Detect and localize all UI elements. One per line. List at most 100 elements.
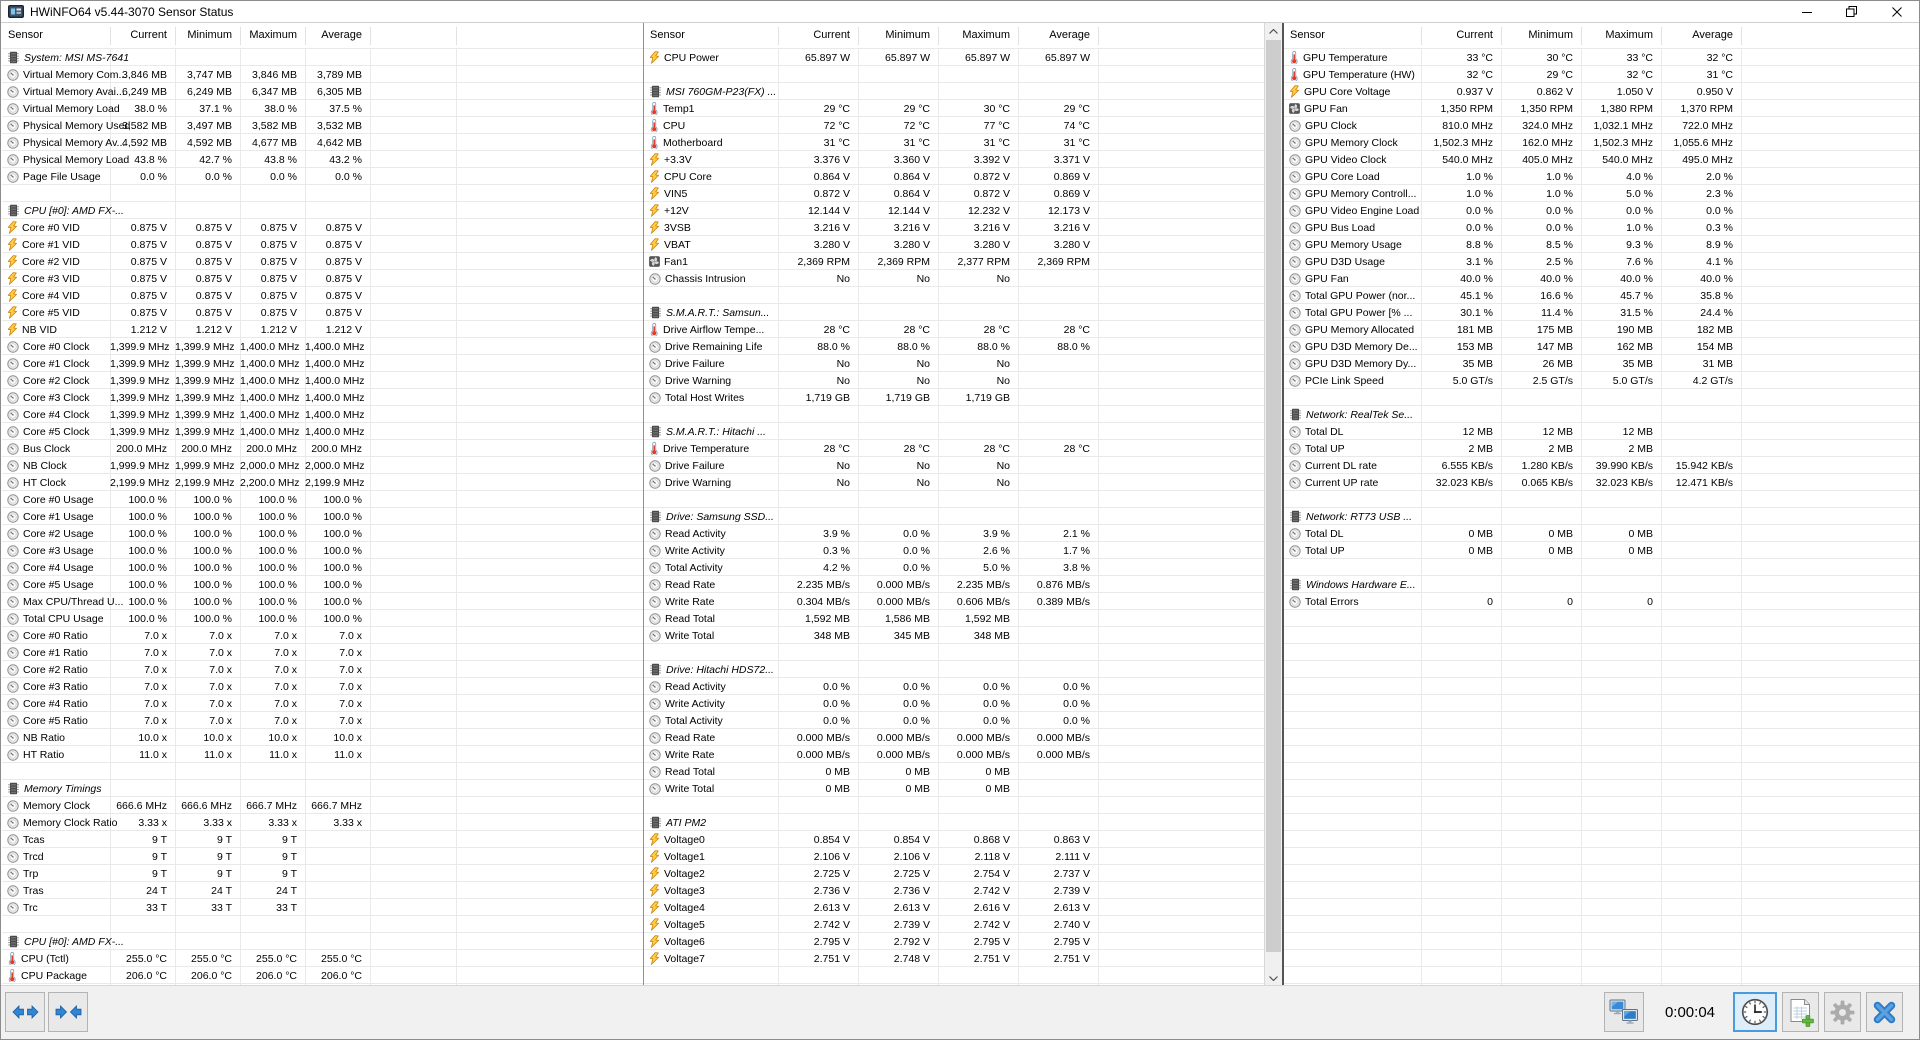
sensor-row[interactable]: GPU D3D Usage3.1 %2.5 %7.6 %4.1 % xyxy=(1284,253,1919,270)
sensor-row[interactable]: GPU Memory Controll...1.0 %1.0 %5.0 %2.3… xyxy=(1284,185,1919,202)
column-header-maximum[interactable]: Maximum xyxy=(240,23,305,48)
sensor-row[interactable]: Core #1 Ratio7.0 x7.0 x7.0 x7.0 x xyxy=(2,644,643,661)
sensor-row[interactable]: PCIe Link Speed5.0 GT/s2.5 GT/s5.0 GT/s4… xyxy=(1284,372,1919,389)
sensor-row[interactable]: Voltage72.751 V2.748 V2.751 V2.751 V xyxy=(644,950,1264,967)
sensor-row[interactable]: GPU Clock810.0 MHz324.0 MHz1,032.1 MHz72… xyxy=(1284,117,1919,134)
sensor-row[interactable]: Drive Airflow Tempe...28 °C28 °C28 °C28 … xyxy=(644,321,1264,338)
sensor-row[interactable]: Temp129 °C29 °C30 °C29 °C xyxy=(644,100,1264,117)
sensor-row[interactable]: Physical Memory Av...4,592 MB4,592 MB4,6… xyxy=(2,134,643,151)
sensor-row[interactable]: Drive FailureNoNoNo xyxy=(644,355,1264,372)
sensor-row[interactable]: Core #5 Ratio7.0 x7.0 x7.0 x7.0 x xyxy=(2,712,643,729)
sensor-row[interactable]: Drive FailureNoNoNo xyxy=(644,457,1264,474)
section-row[interactable]: S.M.A.R.T.: Hitachi ... xyxy=(644,423,1264,440)
section-row[interactable]: CPU [#0]: AMD FX-... xyxy=(2,933,643,950)
sensor-row[interactable]: Total DL12 MB12 MB12 MB xyxy=(1284,423,1919,440)
sensor-row[interactable]: HT Clock2,199.9 MHz2,199.9 MHz2,200.0 MH… xyxy=(2,474,643,491)
sensor-row[interactable]: CPU Core0.864 V0.864 V0.872 V0.869 V xyxy=(644,168,1264,185)
section-row[interactable]: ATI PM2 xyxy=(644,814,1264,831)
sensor-row[interactable]: Read Rate0.000 MB/s0.000 MB/s0.000 MB/s0… xyxy=(644,729,1264,746)
sensor-row[interactable]: Core #3 Clock1,399.9 MHz1,399.9 MHz1,400… xyxy=(2,389,643,406)
sensor-row[interactable]: Total CPU Usage100.0 %100.0 %100.0 %100.… xyxy=(2,610,643,627)
sensor-row[interactable]: Write Total0 MB0 MB0 MB xyxy=(644,780,1264,797)
sensor-row[interactable]: Core #5 Clock1,399.9 MHz1,399.9 MHz1,400… xyxy=(2,423,643,440)
sensor-row[interactable]: GPU D3D Memory De...153 MB147 MB162 MB15… xyxy=(1284,338,1919,355)
sensor-row[interactable]: GPU Core Voltage0.937 V0.862 V1.050 V0.9… xyxy=(1284,83,1919,100)
sensor-row[interactable]: Voltage42.613 V2.613 V2.616 V2.613 V xyxy=(644,899,1264,916)
column-header-minimum[interactable]: Minimum xyxy=(1501,23,1581,48)
sensor-row[interactable]: Voltage22.725 V2.725 V2.754 V2.737 V xyxy=(644,865,1264,882)
column-header-maximum[interactable]: Maximum xyxy=(938,23,1018,48)
sensor-row[interactable]: Total DL0 MB0 MB0 MB xyxy=(1284,525,1919,542)
column-header-average[interactable]: Average xyxy=(1018,23,1098,48)
report-button[interactable] xyxy=(1782,992,1819,1032)
sensor-row[interactable]: Core #3 Usage100.0 %100.0 %100.0 %100.0 … xyxy=(2,542,643,559)
sensor-row[interactable]: Memory Clock Ratio3.33 x3.33 x3.33 x3.33… xyxy=(2,814,643,831)
sensor-row[interactable]: +12V12.144 V12.144 V12.232 V12.173 V xyxy=(644,202,1264,219)
sensor-row[interactable]: GPU Bus Load0.0 %0.0 %1.0 %0.3 % xyxy=(1284,219,1919,236)
section-row[interactable]: Drive: Samsung SSD... xyxy=(644,508,1264,525)
sensor-row[interactable]: Drive Temperature28 °C28 °C28 °C28 °C xyxy=(644,440,1264,457)
sensor-row[interactable]: VIN50.872 V0.864 V0.872 V0.869 V xyxy=(644,185,1264,202)
sensor-row[interactable]: Trp9 T9 T9 T xyxy=(2,865,643,882)
sensor-row[interactable]: Core #0 Ratio7.0 x7.0 x7.0 x7.0 x xyxy=(2,627,643,644)
sensor-row[interactable]: Tcas9 T9 T9 T xyxy=(2,831,643,848)
sensor-row[interactable]: Core #2 Clock1,399.9 MHz1,399.9 MHz1,400… xyxy=(2,372,643,389)
sensor-row[interactable]: Core #4 Ratio7.0 x7.0 x7.0 x7.0 x xyxy=(2,695,643,712)
sensor-row[interactable]: Voltage52.742 V2.739 V2.742 V2.740 V xyxy=(644,916,1264,933)
sensor-row[interactable]: Core #1 Clock1,399.9 MHz1,399.9 MHz1,400… xyxy=(2,355,643,372)
sensor-row[interactable]: Physical Memory Used3,582 MB3,497 MB3,58… xyxy=(2,117,643,134)
section-row[interactable]: CPU [#0]: AMD FX-... xyxy=(2,202,643,219)
sensor-row[interactable]: Trc33 T33 T33 T xyxy=(2,899,643,916)
minimize-button[interactable] xyxy=(1784,1,1829,22)
close-window-button[interactable] xyxy=(1874,1,1919,22)
sensor-row[interactable]: Core #5 Usage100.0 %100.0 %100.0 %100.0 … xyxy=(2,576,643,593)
column-header-minimum[interactable]: Minimum xyxy=(858,23,938,48)
sensor-row[interactable]: Read Rate2.235 MB/s0.000 MB/s2.235 MB/s0… xyxy=(644,576,1264,593)
sensor-row[interactable]: GPU Video Clock540.0 MHz405.0 MHz540.0 M… xyxy=(1284,151,1919,168)
sensor-row[interactable]: Voltage12.106 V2.106 V2.118 V2.111 V xyxy=(644,848,1264,865)
sensor-row[interactable]: Core #2 Usage100.0 %100.0 %100.0 %100.0 … xyxy=(2,525,643,542)
sensor-row[interactable]: Read Activity3.9 %0.0 %3.9 %2.1 % xyxy=(644,525,1264,542)
sensor-row[interactable]: Core #1 Usage100.0 %100.0 %100.0 %100.0 … xyxy=(2,508,643,525)
sensor-row[interactable]: GPU D3D Memory Dy...35 MB26 MB35 MB31 MB xyxy=(1284,355,1919,372)
column-header-sensor[interactable]: Sensor xyxy=(650,23,685,48)
sensor-row[interactable]: Write Activity0.0 %0.0 %0.0 %0.0 % xyxy=(644,695,1264,712)
sensor-row[interactable]: Total Activity0.0 %0.0 %0.0 %0.0 % xyxy=(644,712,1264,729)
sensor-row[interactable]: Core #4 VID0.875 V0.875 V0.875 V0.875 V xyxy=(2,287,643,304)
sensor-row[interactable]: Total Activity4.2 %0.0 %5.0 %3.8 % xyxy=(644,559,1264,576)
column-header-average[interactable]: Average xyxy=(1661,23,1741,48)
sensor-row[interactable]: GPU Video Engine Load0.0 %0.0 %0.0 %0.0 … xyxy=(1284,202,1919,219)
sensor-row[interactable]: Physical Memory Load43.8 %42.7 %43.8 %43… xyxy=(2,151,643,168)
sensor-row[interactable]: Voltage00.854 V0.854 V0.868 V0.863 V xyxy=(644,831,1264,848)
section-row[interactable]: Drive: Hitachi HDS72... xyxy=(644,661,1264,678)
sensor-row[interactable]: Core #3 VID0.875 V0.875 V0.875 V0.875 V xyxy=(2,270,643,287)
sensor-row[interactable]: Memory Clock666.6 MHz666.6 MHz666.7 MHz6… xyxy=(2,797,643,814)
sensor-row[interactable]: Read Total0 MB0 MB0 MB xyxy=(644,763,1264,780)
section-row[interactable]: S.M.A.R.T.: Samsun... xyxy=(644,304,1264,321)
sensor-row[interactable]: GPU Memory Clock1,502.3 MHz162.0 MHz1,50… xyxy=(1284,134,1919,151)
sensor-row[interactable]: Trcd9 T9 T9 T xyxy=(2,848,643,865)
sensor-row[interactable]: Drive WarningNoNoNo xyxy=(644,372,1264,389)
sensor-row[interactable]: Core #0 VID0.875 V0.875 V0.875 V0.875 V xyxy=(2,219,643,236)
sensor-row[interactable]: HT Ratio11.0 x11.0 x11.0 x11.0 x xyxy=(2,746,643,763)
sensor-row[interactable]: Core #5 VID0.875 V0.875 V0.875 V0.875 V xyxy=(2,304,643,321)
sensor-row[interactable]: Current DL rate6.555 KB/s1.280 KB/s39.99… xyxy=(1284,457,1919,474)
sensor-row[interactable]: GPU Fan1,350 RPM1,350 RPM1,380 RPM1,370 … xyxy=(1284,100,1919,117)
sensor-row[interactable]: Total UP0 MB0 MB0 MB xyxy=(1284,542,1919,559)
timer-button[interactable] xyxy=(1733,992,1777,1032)
sensor-row[interactable]: VBAT3.280 V3.280 V3.280 V3.280 V xyxy=(644,236,1264,253)
sensor-row[interactable]: +3.3V3.376 V3.360 V3.392 V3.371 V xyxy=(644,151,1264,168)
sensor-row[interactable]: Read Total1,592 MB1,586 MB1,592 MB xyxy=(644,610,1264,627)
sensor-row[interactable]: Fan12,369 RPM2,369 RPM2,377 RPM2,369 RPM xyxy=(644,253,1264,270)
sensor-row[interactable]: GPU Fan40.0 %40.0 %40.0 %40.0 % xyxy=(1284,270,1919,287)
column-header-current[interactable]: Current xyxy=(110,23,175,48)
section-row[interactable]: Windows Hardware E... xyxy=(1284,576,1919,593)
sensor-row[interactable]: NB Clock1,999.9 MHz1,999.9 MHz2,000.0 MH… xyxy=(2,457,643,474)
remote-monitoring-button[interactable] xyxy=(1604,992,1644,1032)
sensor-row[interactable]: Total GPU Power [% ...30.1 %11.4 %31.5 %… xyxy=(1284,304,1919,321)
sensor-row[interactable]: NB Ratio10.0 x10.0 x10.0 x10.0 x xyxy=(2,729,643,746)
restore-button[interactable] xyxy=(1829,1,1874,22)
sensor-row[interactable]: GPU Temperature33 °C30 °C33 °C32 °C xyxy=(1284,49,1919,66)
section-row[interactable]: System: MSI MS-7641 xyxy=(2,49,643,66)
column-header-sensor[interactable]: Sensor xyxy=(1290,23,1325,48)
